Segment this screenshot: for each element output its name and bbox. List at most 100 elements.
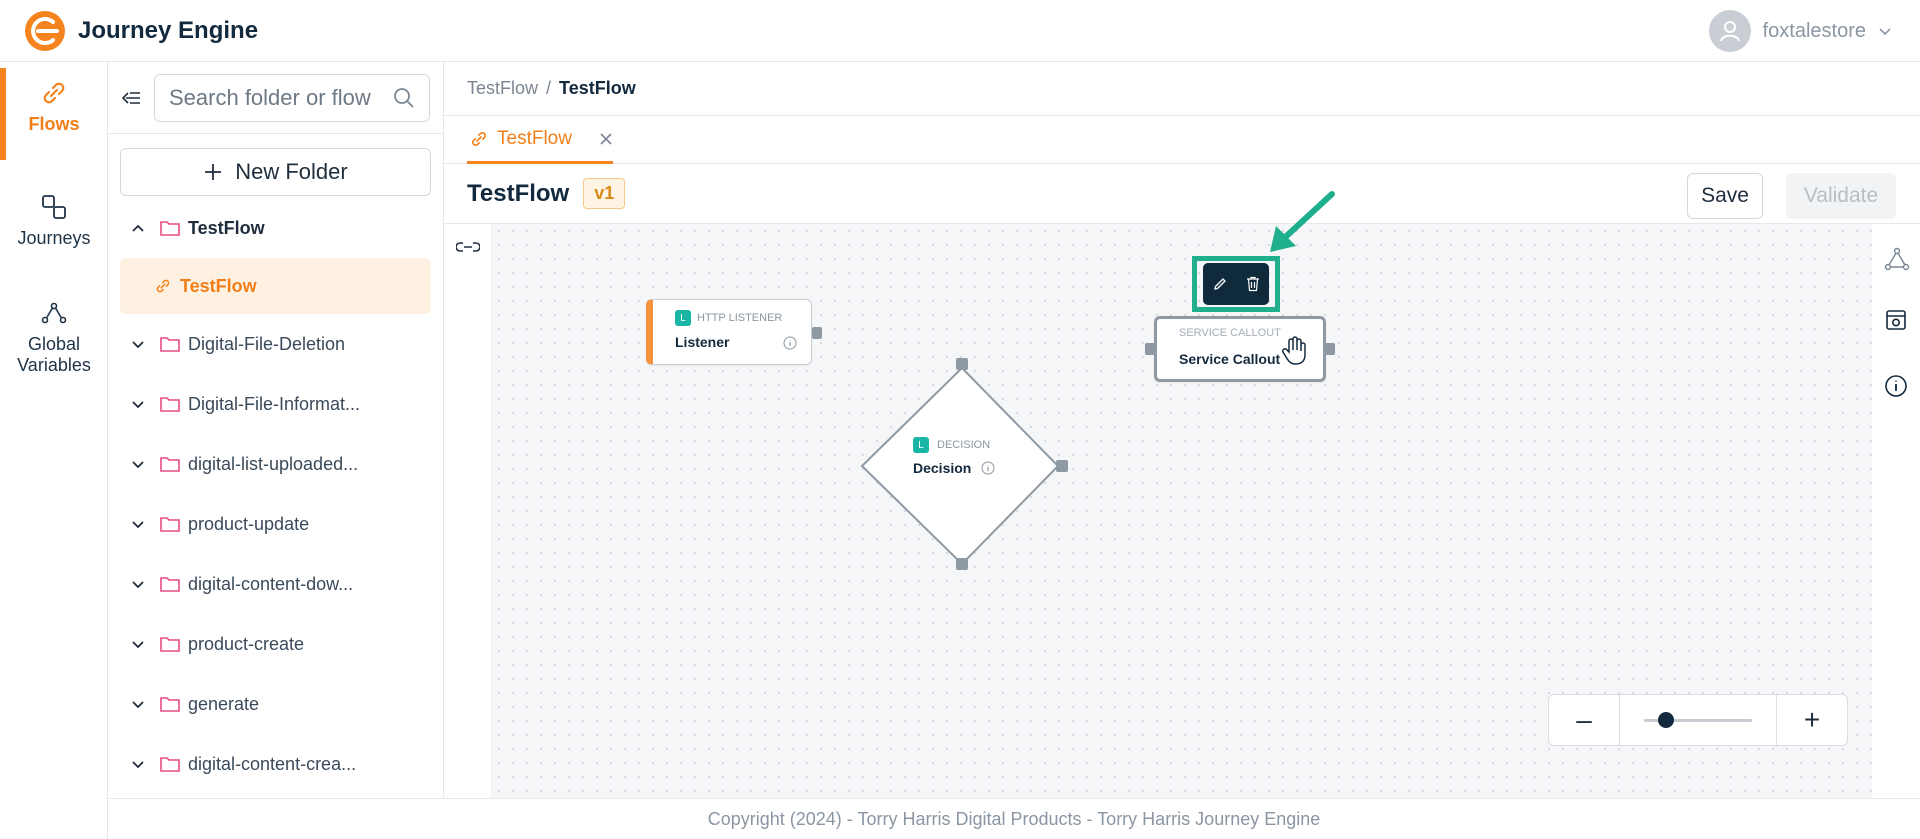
journey-engine-logo-icon	[25, 10, 65, 51]
search-input[interactable]: Search folder or flow	[154, 73, 430, 122]
chevron-down-icon	[132, 641, 144, 649]
avatar	[1708, 10, 1751, 52]
folder-list: Digital-File-Deletion Digital-File-Inform…	[108, 314, 443, 794]
chevron-down-icon	[132, 461, 144, 469]
folder-label: digital-content-dow...	[188, 573, 354, 594]
breadcrumb-parent[interactable]: TestFlow	[467, 78, 538, 99]
output-port	[1056, 460, 1068, 472]
output-port[interactable]	[812, 327, 822, 339]
flow-header: TestFlow v1 Save Validate	[444, 164, 1920, 224]
close-tab-icon[interactable]	[599, 126, 613, 152]
annotation-arrow-icon	[1270, 191, 1335, 252]
breadcrumb-current: TestFlow	[559, 78, 636, 98]
tab-testflow[interactable]: TestFlow	[467, 116, 613, 164]
folder-icon	[160, 337, 180, 352]
user-name: foxtalestore	[1762, 19, 1866, 42]
bottom-port	[956, 558, 968, 570]
folder-icon	[160, 697, 180, 712]
folder-icon	[160, 517, 180, 532]
trash-icon[interactable]	[1246, 276, 1260, 292]
top-header: Journey Engine foxtalestore	[0, 0, 1920, 62]
tree-folder-item[interactable]: Digital-File-Deletion	[108, 314, 443, 374]
folder-label: product-create	[188, 633, 305, 654]
app-logo[interactable]: Journey Engine	[24, 10, 258, 52]
folder-icon	[160, 637, 180, 652]
search-icon	[394, 87, 414, 108]
link-icon	[471, 131, 487, 146]
breadcrumb: TestFlow / TestFlow	[444, 62, 1920, 116]
node-name: Listener	[675, 334, 730, 350]
node-action-toolbar	[1192, 256, 1280, 312]
listener-node[interactable]: L HTTP LISTENER Listener	[646, 299, 822, 365]
tree-folder-item[interactable]: digital-list-uploaded...	[108, 434, 443, 494]
breadcrumb-separator: /	[546, 78, 552, 98]
canvas-right-toolbar	[1872, 224, 1920, 798]
zoom-out-button[interactable]: –	[1549, 694, 1619, 746]
folder-label: product-update	[188, 513, 310, 534]
settings-panel-icon[interactable]	[1884, 308, 1908, 332]
zoom-thumb[interactable]	[1657, 712, 1674, 728]
nav-journeys[interactable]: Journeys	[0, 192, 108, 249]
folder-icon	[160, 757, 180, 772]
connector-toggle-icon[interactable]	[456, 240, 480, 254]
tree-folder-item[interactable]: generate	[108, 674, 443, 734]
node-name: Service Callout	[1179, 351, 1281, 367]
nav-flows[interactable]: Flows	[0, 68, 108, 160]
tree-folder-item[interactable]: digital-content-crea...	[108, 734, 443, 794]
save-button[interactable]: Save	[1687, 173, 1763, 219]
tree-flow-testflow[interactable]: TestFlow	[120, 258, 431, 314]
info-icon[interactable]	[783, 336, 797, 350]
zoom-in-button[interactable]: +	[1777, 694, 1847, 746]
info-icon[interactable]	[981, 461, 995, 475]
canvas-area: L HTTP LISTENER Listener L DECISION Deci…	[444, 224, 1920, 798]
node-graph-icon[interactable]	[1884, 246, 1910, 272]
folder-label: Digital-File-Informat...	[188, 393, 361, 414]
node-badge: L	[675, 310, 691, 326]
folder-label: digital-list-uploaded...	[188, 453, 359, 474]
folder-label: digital-content-crea...	[188, 753, 357, 774]
app-title: Journey Engine	[78, 16, 259, 44]
user-icon	[1719, 21, 1740, 42]
tree-folder-testflow[interactable]: TestFlow	[108, 198, 443, 258]
tree-folder-item[interactable]: product-create	[108, 614, 443, 674]
decision-label: Decision	[913, 460, 995, 476]
input-port	[956, 358, 968, 370]
plus-icon	[205, 164, 222, 180]
tree-folder-item[interactable]: product-update	[108, 494, 443, 554]
tree-folder-item[interactable]: Digital-File-Informat...	[108, 374, 443, 434]
zoom-slider[interactable]	[1619, 694, 1777, 746]
collapse-left-icon	[121, 91, 140, 104]
chevron-down-icon	[132, 401, 144, 409]
tree-folder-item[interactable]: digital-content-dow...	[108, 554, 443, 614]
edit-pencil-icon[interactable]	[1212, 276, 1228, 292]
chevron-up-icon	[132, 224, 144, 232]
validate-button[interactable]: Validate	[1786, 173, 1896, 219]
new-folder-button[interactable]: New Folder	[120, 148, 431, 196]
folder-icon	[160, 457, 180, 472]
chevron-down-icon	[132, 761, 144, 769]
flow-canvas[interactable]: L HTTP LISTENER Listener L DECISION Deci…	[492, 224, 1872, 798]
chevron-down-icon	[132, 521, 144, 529]
nav-global-variables[interactable]: Global Variables	[0, 298, 108, 376]
footer: Copyright (2024) - Torry Harris Digital …	[108, 798, 1920, 839]
canvas-left-toolbar	[444, 224, 492, 798]
folder-icon	[160, 221, 180, 236]
node-badge: L	[913, 437, 929, 453]
search-placeholder: Search folder or flow	[169, 84, 371, 110]
folder-icon	[160, 577, 180, 592]
user-menu[interactable]: foxtalestore	[1708, 10, 1892, 52]
input-port[interactable]	[1145, 343, 1155, 355]
node-name: Decision	[913, 460, 972, 476]
nav-rail: Flows Journeys Global Variables	[0, 62, 108, 839]
chevron-down-icon	[132, 341, 144, 349]
output-port[interactable]	[1325, 343, 1335, 355]
zoom-controls: – +	[1548, 694, 1848, 746]
folder-label: generate	[188, 693, 260, 714]
hand-cursor-icon	[1282, 336, 1306, 365]
link-icon	[156, 279, 170, 293]
collapse-panel-button[interactable]	[108, 87, 154, 109]
info-icon[interactable]	[1884, 374, 1908, 398]
node-action-buttons	[1203, 263, 1269, 305]
chevron-down-icon	[132, 581, 144, 589]
variables-icon	[41, 302, 67, 324]
